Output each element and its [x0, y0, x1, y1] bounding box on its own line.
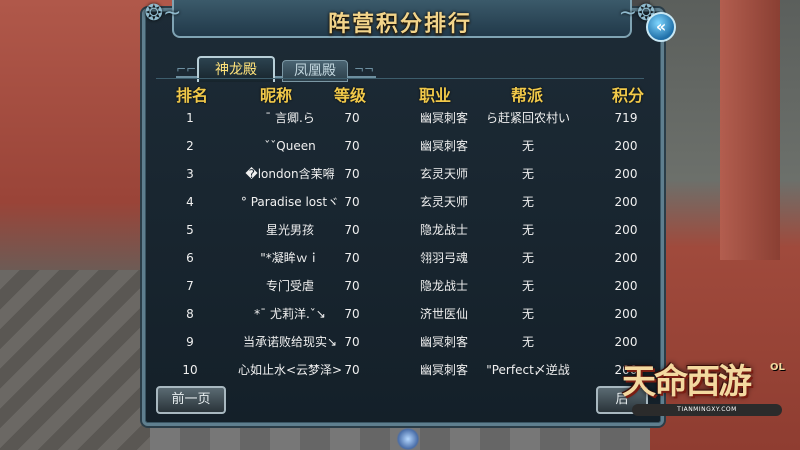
cell-level: 70: [344, 279, 360, 293]
tab-ornament-left-icon: ⌐⌐: [176, 62, 197, 76]
prev-page-button[interactable]: 前一页: [156, 386, 226, 414]
cell-level: 70: [344, 195, 360, 209]
close-button[interactable]: «: [646, 12, 676, 42]
table-row[interactable]: 7 专门受虐 70 隐龙战士无 200: [160, 272, 640, 300]
table-row[interactable]: 5 星光男孩 70 隐龙战士无 200: [160, 216, 640, 244]
cloud-ornament-left-icon: ❂~: [144, 1, 182, 26]
cell-class: 幽冥刺客: [419, 111, 468, 125]
cell-class: 幽冥刺客: [419, 335, 468, 349]
cell-score: 719: [614, 111, 638, 125]
table-row[interactable]: 6 "*凝眸ｗｉ 70 翎羽弓魂无 200: [160, 244, 640, 272]
cell-guild: 无: [521, 223, 534, 237]
cell-guild: 无: [521, 195, 534, 209]
logo-url: TIANMINGXY.COM: [632, 404, 782, 416]
table-row[interactable]: 9 当承诺败给现实↘ 70 幽冥刺客无 200: [160, 328, 640, 356]
cell-guild: ら赶紧回农村い: [485, 111, 570, 125]
table-row[interactable]: 4 ° Paradise lostヾ 70 玄灵天师无 200: [160, 188, 640, 216]
cell-guild: 无: [521, 167, 534, 181]
tab-ornament-right-icon: ¬¬: [354, 62, 375, 76]
cell-guild: 无: [521, 307, 534, 321]
cell-guild: "Perfect〆逆战: [486, 363, 570, 377]
table-row[interactable]: 1 ¯ 言卿.ら 70 幽冥刺客 ら赶紧回农村い 719: [160, 104, 640, 132]
cell-guild: 无: [521, 139, 534, 153]
cell-rank: 8: [186, 307, 194, 321]
cell-rank: 1: [186, 111, 194, 125]
cell-class: 翎羽弓魂: [419, 251, 468, 265]
table-row[interactable]: 2 ˇˇQueen 70 幽冥刺客无 200: [160, 132, 640, 160]
cell-class: 玄灵天师: [419, 167, 468, 181]
cell-rank: 5: [186, 223, 194, 237]
cell-rank: 2: [186, 139, 194, 153]
background-pillar: [720, 0, 780, 260]
game-logo: 天命西游 OL TIANMINGXY.COM: [622, 352, 794, 422]
cell-level: 70: [344, 251, 360, 265]
panel-title: 阵营积分排行: [327, 12, 472, 37]
cell-level: 70: [344, 139, 360, 153]
cell-rank: 3: [186, 167, 194, 181]
cell-score: 200: [614, 251, 638, 265]
cell-score: 200: [614, 167, 638, 181]
cell-rank: 10: [182, 363, 198, 377]
logo-suffix: OL: [770, 362, 785, 373]
cell-score: 200: [614, 223, 638, 237]
cell-level: 70: [344, 335, 360, 349]
table-row[interactable]: 10 心如止水<云梦泽> 70 幽冥刺客 "Perfect〆逆战 200: [160, 356, 640, 384]
table-row[interactable]: 8 *¯ 尤莉洋.ˇ↘ 70 济世医仙无 200: [160, 300, 640, 328]
cell-class: 隐龙战士: [419, 279, 468, 293]
character-glow: [396, 428, 420, 450]
cell-level: 70: [344, 223, 360, 237]
cell-rank: 4: [186, 195, 194, 209]
background-stone-floor: [0, 270, 150, 450]
cell-rank: 6: [186, 251, 194, 265]
close-arrow-icon: «: [655, 17, 667, 36]
cell-score: 200: [614, 279, 638, 293]
cell-score: 200: [614, 307, 638, 321]
cell-level: 70: [344, 363, 360, 377]
cell-guild: 无: [521, 335, 534, 349]
cell-class: 隐龙战士: [419, 223, 468, 237]
cell-class: 幽冥刺客: [419, 139, 468, 153]
cell-rank: 7: [186, 279, 194, 293]
cell-rank: 9: [186, 335, 194, 349]
cell-class: 幽冥刺客: [419, 363, 468, 377]
cell-guild: 无: [521, 279, 534, 293]
cell-level: 70: [344, 111, 360, 125]
cell-class: 济世医仙: [419, 307, 468, 321]
cell-class: 玄灵天师: [419, 195, 468, 209]
cell-level: 70: [344, 307, 360, 321]
cell-score: 200: [614, 195, 638, 209]
cell-score: 200: [614, 139, 638, 153]
table-row[interactable]: 3 �london含苿嘚 70 玄灵天师无 200: [160, 160, 640, 188]
cell-level: 70: [344, 167, 360, 181]
logo-title: 天命西游: [622, 362, 752, 402]
cell-guild: 无: [521, 251, 534, 265]
